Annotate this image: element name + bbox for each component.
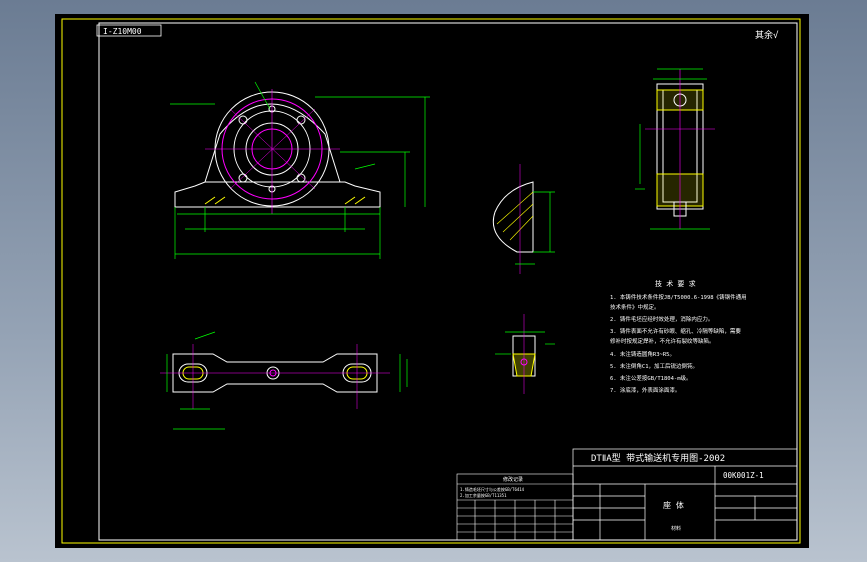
cad-drawing-sheet: I-Z10M00 其余√ 技 术 要 求 1. 本铸件技术条件按JB/T5000… [61,18,801,544]
technical-requirements: 技 术 要 求 1. 本铸件技术条件按JB/T5000.6-1998《铸钢件通用… [610,279,747,394]
drawing-number: 00K001Z-1 [723,471,764,480]
tech-req-line: 5. 未注倒角C1，加工后锐边倒钝。 [610,362,698,370]
change-record-block [456,473,574,541]
tech-req-line: 3. 铸件表面不允许有砂眼、缩孔、冷隔等缺陷，需要 [610,327,741,335]
code-tag: I-Z10M00 [103,27,142,36]
tech-req-line: 1. 本铸件技术条件按JB/T5000.6-1998《铸钢件通用 [610,293,747,301]
detail-section [492,164,534,274]
small-detail [512,314,536,394]
front-view [174,89,381,214]
change-line: 1.铸造毛坯尺寸与公差按GB/T6414 [460,486,525,492]
project-title: DTⅡA型 带式输送机专用图-2002 [591,452,725,464]
roughness-note: 其余√ [755,29,779,41]
tech-req-line: 2. 铸件毛坯应经时效处理，消除内应力。 [610,315,713,323]
tech-req-line: 4. 未注铸造圆角R3~R5。 [610,350,675,358]
change-block-title: 修改记录 [503,476,523,483]
small-detail-dimensions [495,331,555,355]
drawing-viewport[interactable]: I-Z10M00 其余√ 技 术 要 求 1. 本铸件技术条件按JB/T5000… [55,14,809,548]
part-name: 座 体 [663,500,684,510]
tech-req-line: 6. 未注公差按GB/T1804-m级。 [610,374,692,382]
title-sub: 材料 [671,525,681,532]
tech-req-title: 技 术 要 求 [655,279,696,288]
tech-req-line: 7. 涂底漆，外表面涂面漆。 [610,386,680,394]
side-view [645,69,715,229]
tech-req-line: 修补时按规定焊补，不允许有裂纹等缺陷。 [610,337,715,345]
top-view [160,344,390,409]
change-line: 2.加工余量按GB/T11351 [460,492,507,498]
tech-req-line: 技术条件》中规定。 [610,303,660,311]
